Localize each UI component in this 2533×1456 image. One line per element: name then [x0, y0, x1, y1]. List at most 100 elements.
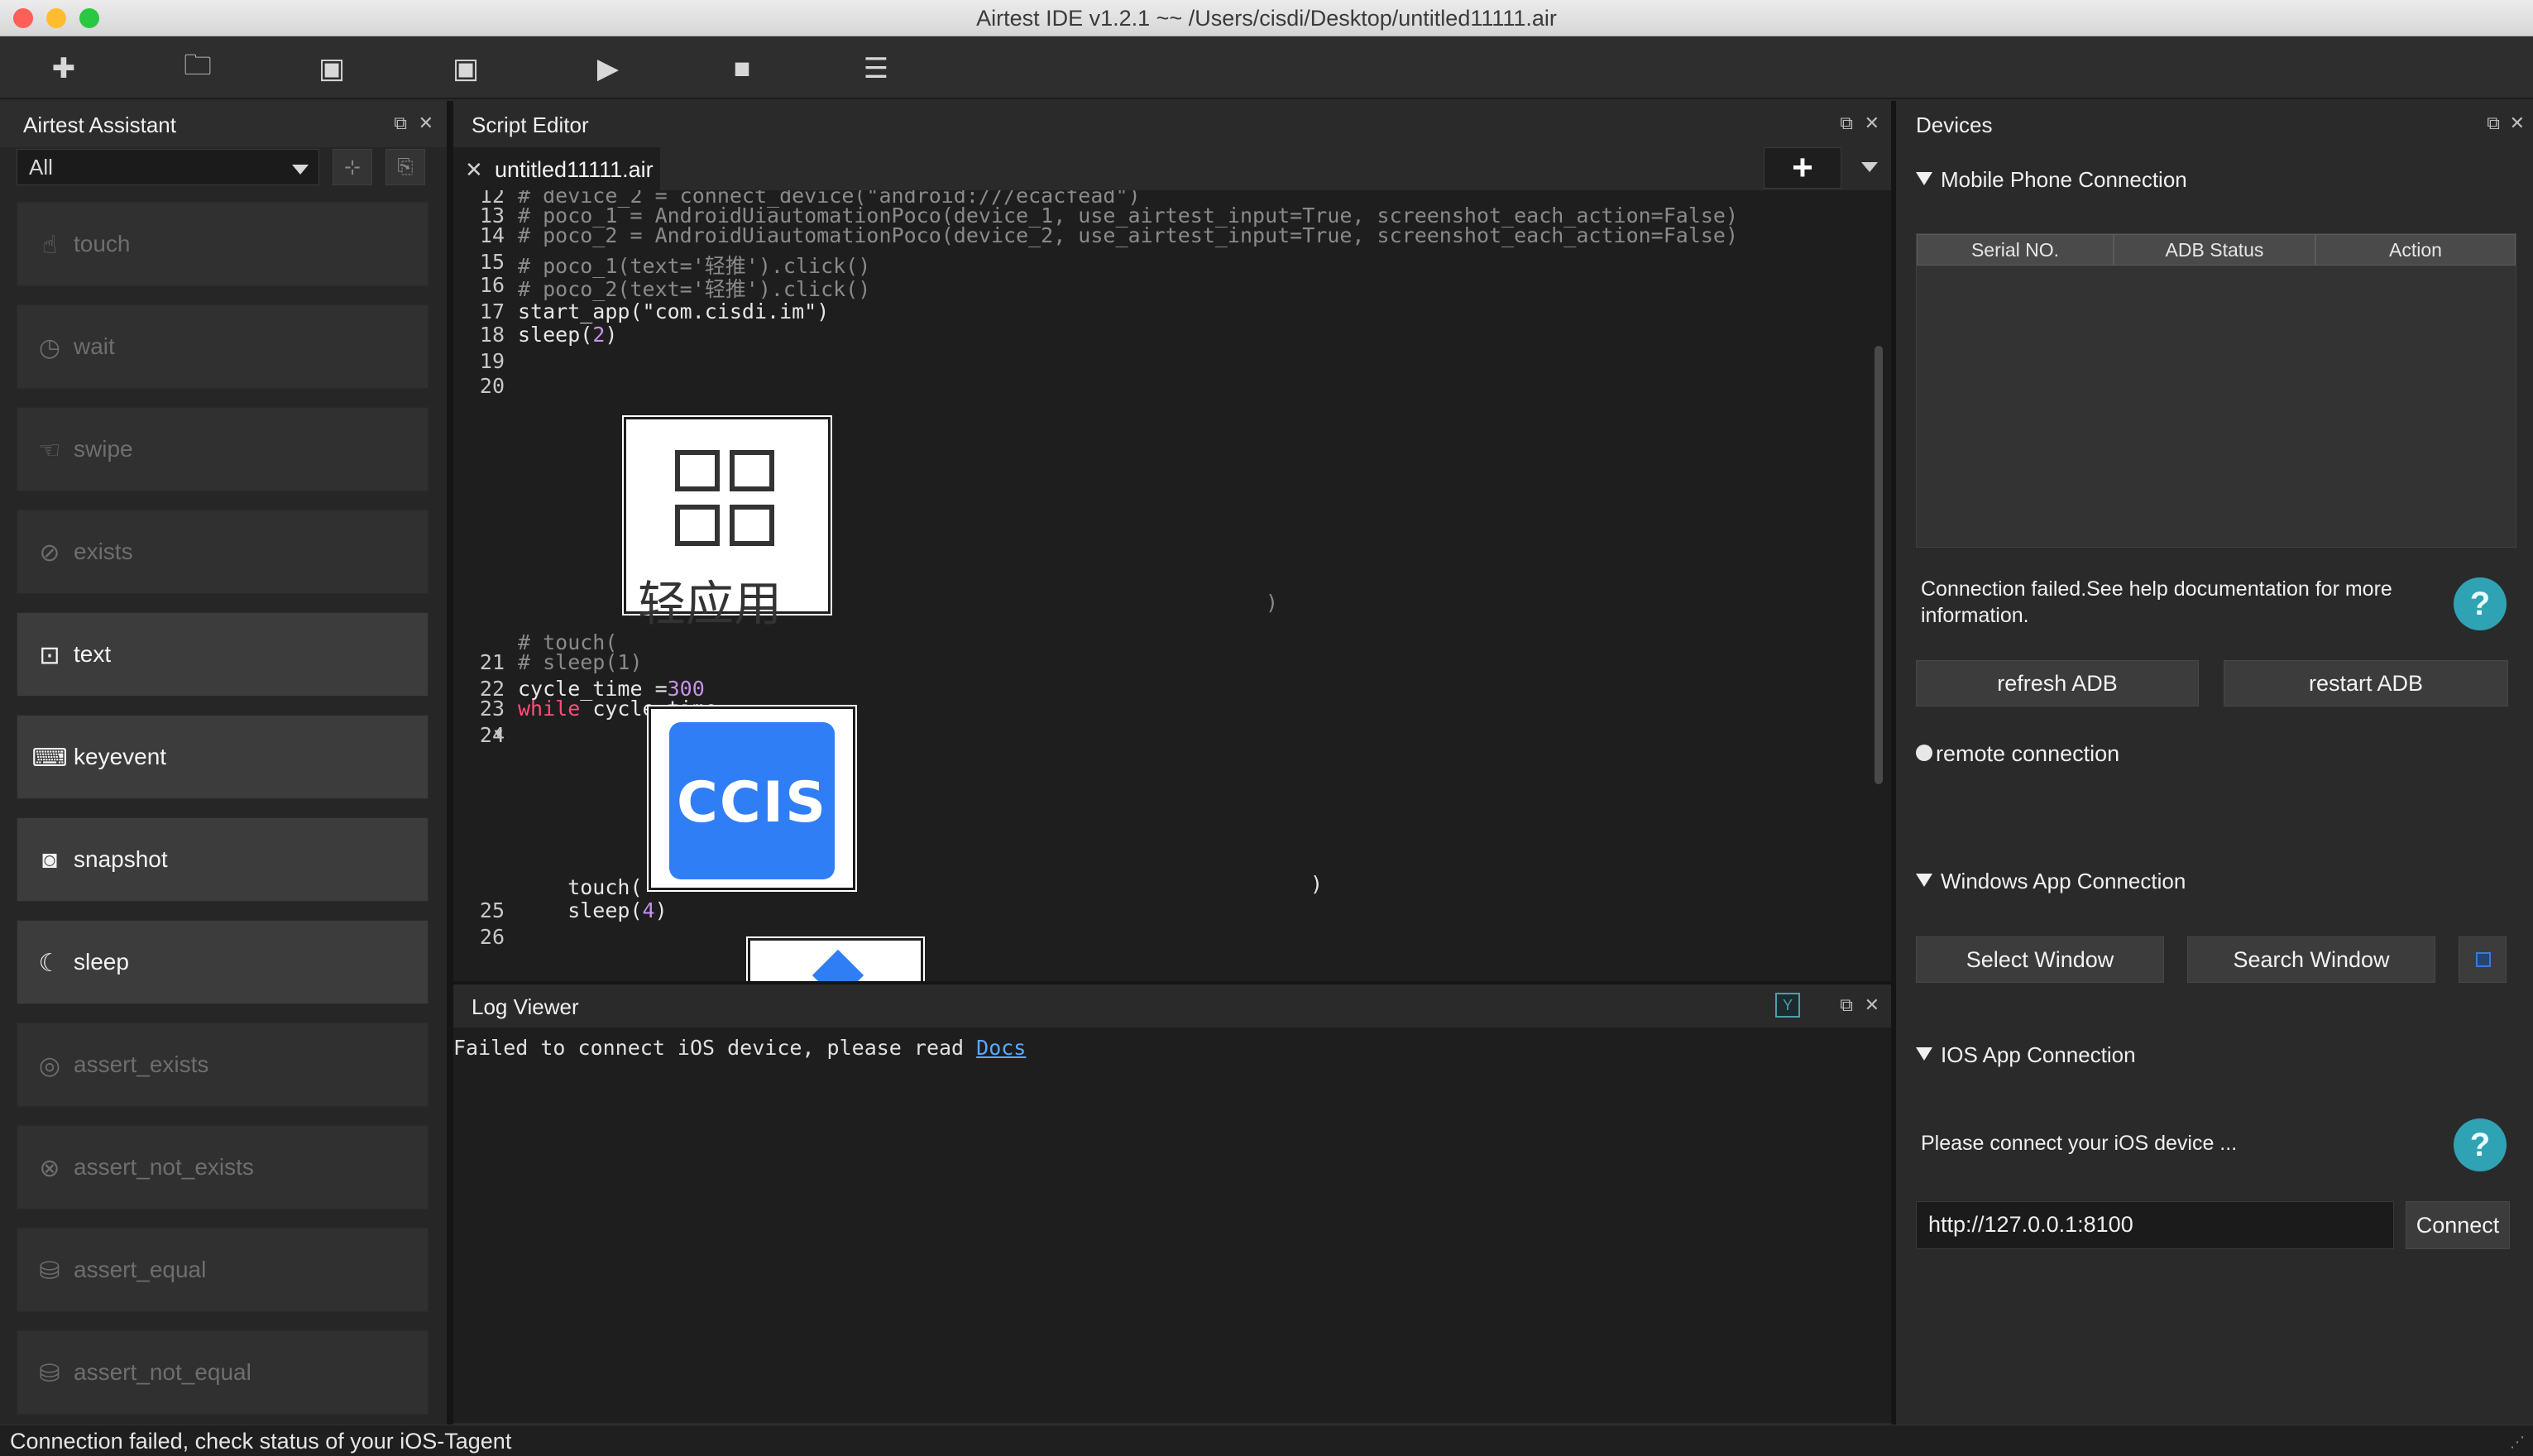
ios-section-title: IOS App Connection [1941, 1042, 2136, 1067]
assistant-item-label: swipe [74, 436, 133, 462]
code-line[interactable]: touch( [518, 875, 642, 899]
column-serial[interactable]: Serial NO. [1917, 234, 2114, 266]
code-line[interactable]: sleep(4) [518, 898, 667, 922]
splitter-horizontal[interactable] [453, 981, 1891, 984]
close-tab-icon[interactable]: ✕ [465, 157, 483, 183]
tab-untitled11111[interactable]: ✕ untitled11111.air [453, 147, 660, 190]
run-button[interactable]: ▶ [586, 46, 630, 91]
new-file-button[interactable]: ✚ [41, 46, 86, 91]
ios-url-input[interactable]: http://127.0.0.1:8100 [1916, 1201, 2394, 1249]
line-number: 20 [479, 374, 505, 398]
code-line[interactable]: # sleep(1) [518, 650, 643, 674]
ios-section-toggle[interactable]: IOS App Connection [1916, 1042, 2136, 1068]
assistant-filter-select[interactable]: All [17, 149, 319, 185]
windows-section-toggle[interactable]: Windows App Connection [1916, 869, 2186, 894]
splitter-right[interactable] [1891, 101, 1896, 1425]
stop-button[interactable]: ■ [720, 46, 764, 91]
text-icon: ⊡ [39, 641, 60, 669]
triangle-down-icon [1916, 1047, 1932, 1061]
stop-icon: ■ [733, 52, 751, 84]
assistant-item-assert-not-exists[interactable]: ⊗ assert_not_exists [17, 1125, 429, 1209]
assistant-item-label: exists [74, 539, 133, 564]
screenshot-button[interactable]: ⎘ [385, 149, 425, 185]
keyboard-icon: ⌨ [31, 744, 68, 772]
camera-icon: ⎘ [397, 156, 414, 178]
window-icon [2476, 952, 2491, 967]
check-circle-icon: ⊘ [39, 539, 60, 567]
assistant-filter-value: All [29, 155, 53, 180]
float-panel-icon[interactable]: ⧉ [1840, 994, 1853, 1016]
assistant-item-label: keyevent [74, 744, 167, 769]
assistant-item-label: wait [74, 333, 115, 359]
image-thumbnail-partial[interactable] [746, 936, 925, 989]
code-line[interactable]: sleep(2) [518, 323, 617, 347]
float-panel-icon[interactable]: ⧉ [1840, 113, 1853, 134]
log-header: Log Viewer Y ⧉ ✕ [453, 984, 1891, 1027]
filter-icon[interactable]: Y [1775, 993, 1800, 1018]
float-panel-icon[interactable]: ⧉ [394, 113, 407, 134]
log-message: Failed to connect iOS device, please rea… [453, 1036, 1026, 1060]
assistant-item-assert-exists[interactable]: ◎ assert_exists [17, 1023, 429, 1107]
close-panel-icon[interactable]: ✕ [2510, 113, 2525, 134]
image-thumbnail-app[interactable]: 轻应用 [622, 415, 832, 632]
moon-icon: ☾ [38, 949, 61, 977]
line-number: 26 [479, 925, 505, 949]
close-panel-icon[interactable]: ✕ [1865, 994, 1879, 1016]
refresh-adb-button[interactable]: refresh ADB [1916, 660, 2199, 706]
image-thumbnail-ccis[interactable]: CCIS [647, 705, 857, 892]
close-panel-icon[interactable]: ✕ [1865, 113, 1879, 134]
assistant-item-label: assert_not_exists [74, 1154, 254, 1180]
column-action[interactable]: Action [2315, 234, 2516, 266]
chevron-down-icon[interactable] [1861, 162, 1878, 172]
search-window-button[interactable]: Search Window [2187, 936, 2435, 983]
assistant-item-assert-not-equal[interactable]: ⛁ assert_not_equal [17, 1330, 429, 1415]
editor-tab-bar: ✕ untitled11111.air + [453, 147, 1891, 190]
assistant-header: Airtest Assistant ⧉ ✕ [0, 101, 447, 147]
assistant-item-sleep[interactable]: ☾ sleep [17, 920, 429, 1004]
triangle-down-icon [1916, 172, 1932, 185]
assistant-item-exists[interactable]: ⊘ exists [17, 510, 429, 594]
line-number: 15 [479, 250, 505, 274]
add-tab-button[interactable]: + [1764, 147, 1841, 189]
editor-scrollbar[interactable] [1875, 346, 1883, 784]
splitter-left[interactable] [447, 101, 453, 1425]
assistant-item-swipe[interactable]: ☜ swipe [17, 407, 429, 491]
report-button[interactable]: ☰ [854, 46, 898, 91]
code-line[interactable]: # poco_2 = AndroidUiautomationPoco(devic… [518, 223, 1738, 247]
code-line[interactable]: start_app("com.cisdi.im") [518, 299, 829, 323]
code-line[interactable]: # poco_2(text='轻推').click() [518, 273, 870, 303]
close-panel-icon[interactable]: ✕ [419, 113, 433, 134]
assistant-item-wait[interactable]: ◷ wait [17, 304, 429, 389]
save-button[interactable]: ▣ [309, 46, 354, 91]
editor-header: Script Editor ⧉ ✕ [453, 101, 1891, 147]
resize-grip-icon[interactable]: ⋰ [2510, 1434, 2525, 1451]
assistant-item-text[interactable]: ⊡ text [17, 612, 429, 697]
window-title: Airtest IDE v1.2.1 ~~ /Users/cisdi/Deskt… [976, 6, 1557, 31]
devices-panel: Devices ⧉ ✕ Mobile Phone Connection Seri… [1896, 101, 2533, 1425]
assistant-item-assert-equal[interactable]: ⛁ assert_equal [17, 1228, 429, 1312]
log-message-text: Failed to connect iOS device, please rea… [453, 1036, 977, 1060]
assistant-item-touch[interactable]: ☝ touch [17, 202, 429, 286]
help-icon[interactable]: ? [2454, 577, 2507, 630]
column-adb-status[interactable]: ADB Status [2114, 234, 2315, 266]
ios-connect-message: Please connect your iOS device ... [1921, 1132, 2238, 1155]
device-table: Serial NO. ADB Status Action [1916, 233, 2516, 548]
docs-link[interactable]: Docs [976, 1036, 1026, 1060]
connect-button[interactable]: Connect [2406, 1201, 2510, 1249]
line-number: 21 [479, 650, 505, 674]
save-as-button[interactable]: ▣ [443, 46, 488, 91]
folder-icon: 🗀 [184, 49, 212, 81]
assistant-item-keyevent[interactable]: ⌨ keyevent [17, 715, 429, 799]
mobile-section-toggle[interactable]: Mobile Phone Connection [1916, 167, 2187, 193]
assistant-item-snapshot[interactable]: ◙ snapshot [17, 817, 429, 902]
main-toolbar: ✚ 🗀 ▣ ▣ ▶ ■ ☰ [0, 36, 2533, 99]
restart-adb-button[interactable]: restart ADB [2224, 660, 2508, 706]
select-window-button[interactable]: Select Window [1916, 936, 2164, 983]
float-panel-icon[interactable]: ⧉ [2487, 113, 2500, 134]
open-file-button[interactable]: 🗀 [175, 46, 220, 91]
status-text: Connection failed, check status of your … [10, 1429, 512, 1454]
remote-connection-toggle[interactable]: remote connection [1916, 741, 2119, 767]
window-picker-button[interactable] [2459, 936, 2507, 983]
record-button[interactable]: ⊹ [333, 149, 372, 185]
help-icon[interactable]: ? [2454, 1118, 2507, 1171]
